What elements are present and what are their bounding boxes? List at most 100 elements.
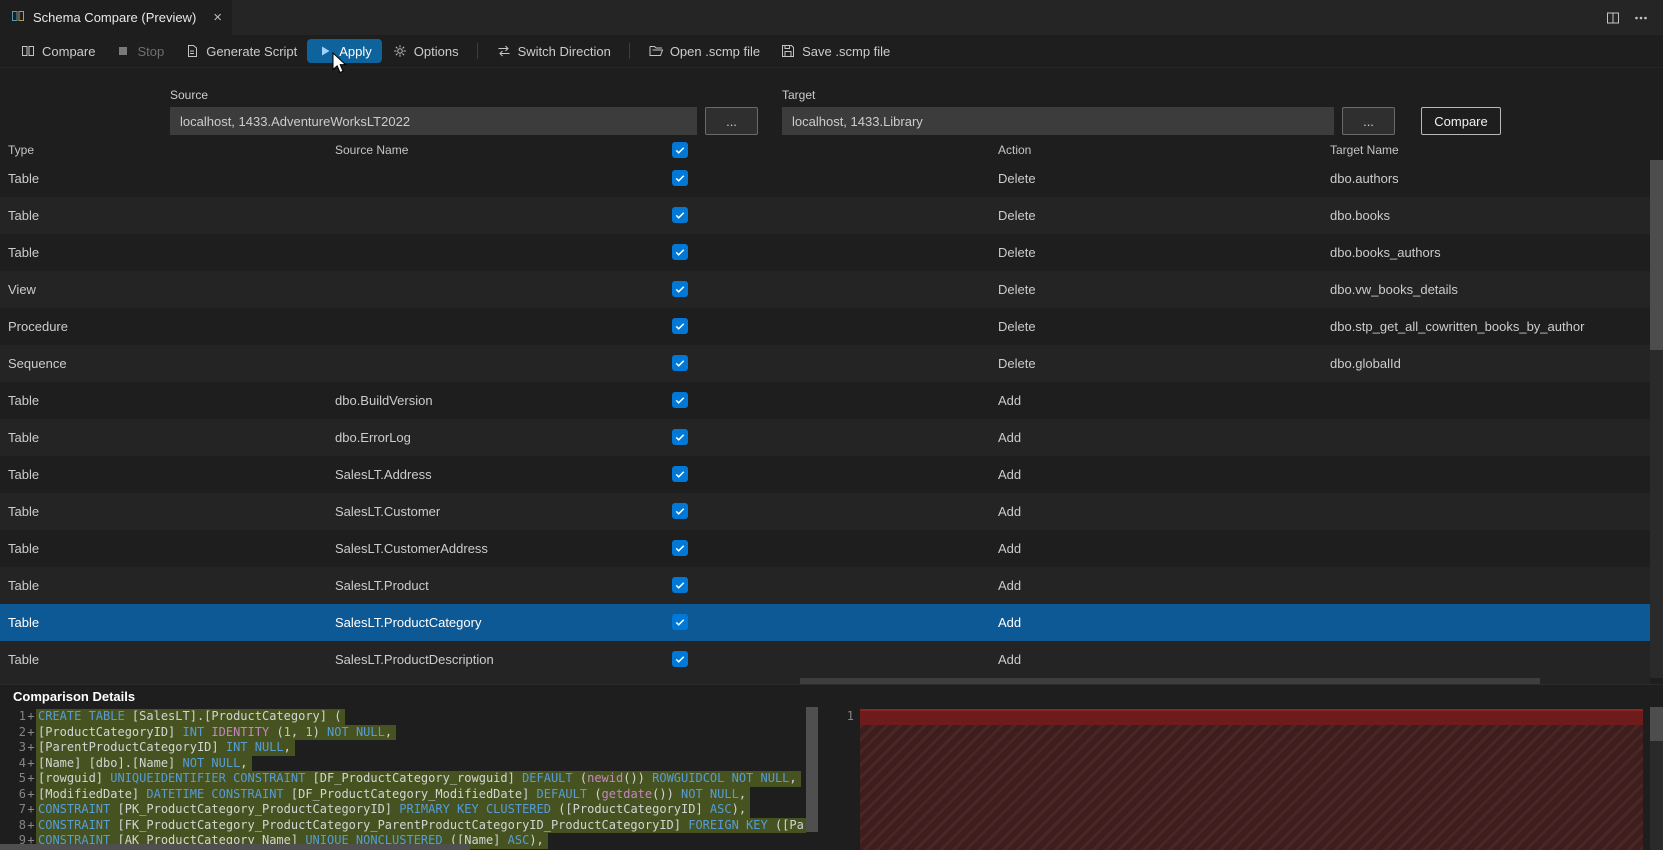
table-row[interactable]: Table SalesLT.Address Add — [0, 456, 1650, 493]
row-checkbox[interactable] — [672, 392, 688, 408]
row-action: Add — [998, 541, 1022, 556]
row-target-name: dbo.vw_books_details — [1330, 282, 1458, 297]
toolbar-compare-button[interactable]: Compare — [10, 39, 105, 63]
header-type: Type — [8, 143, 35, 157]
left-pane-horizontal-scrollbar[interactable] — [0, 844, 806, 850]
table-row[interactable]: Table SalesLT.ProductDescription Add — [0, 641, 1650, 678]
row-type: Table — [8, 652, 40, 667]
toolbar-options-button[interactable]: Options — [382, 39, 469, 63]
toolbar-save-scmp-label: Save .scmp file — [802, 43, 891, 59]
editor-tab-bar: Schema Compare (Preview) × — [0, 0, 1663, 35]
row-action: Add — [998, 467, 1022, 482]
table-row[interactable]: Sequence Delete dbo.globalId — [0, 345, 1650, 382]
right-pane-scrollbar[interactable] — [1650, 707, 1663, 850]
row-source-name: dbo.BuildVersion — [335, 393, 433, 408]
target-label: Target — [782, 88, 816, 102]
table-row[interactable]: Table SalesLT.Product Add — [0, 567, 1650, 604]
target-input[interactable] — [782, 107, 1334, 135]
line-number: 5 — [18, 771, 26, 785]
toolbar-options-label: Options — [413, 43, 459, 59]
schema-compare-toolbar: Compare Stop Generate Script Apply Options Sw… — [0, 35, 1663, 68]
row-checkbox[interactable] — [672, 244, 688, 260]
table-row[interactable]: Table dbo.BuildVersion Add — [0, 382, 1650, 419]
diff-add-marker: + — [27, 724, 35, 739]
row-type: Table — [8, 578, 40, 593]
row-checkbox[interactable] — [672, 170, 688, 186]
table-row[interactable]: Table Delete dbo.authors — [0, 160, 1650, 197]
toolbar-open-scmp-button[interactable]: Open .scmp file — [638, 39, 770, 63]
split-editor-icon[interactable] — [1605, 10, 1621, 26]
row-target-name: dbo.books_authors — [1330, 245, 1441, 260]
toolbar-generate-script-label: Generate Script — [206, 43, 298, 59]
row-checkbox[interactable] — [672, 540, 688, 556]
diff-add-marker: + — [27, 802, 35, 816]
header-target-name: Target Name — [1330, 143, 1399, 157]
code-line: 8 + CONSTRAINT [FK_ProductCategory_Product… — [0, 817, 806, 833]
row-checkbox[interactable] — [672, 614, 688, 630]
table-row[interactable]: Table Delete dbo.books — [0, 197, 1650, 234]
toolbar-separator — [476, 43, 478, 59]
row-action: Delete — [998, 208, 1036, 223]
code-line: 6 + [ModifiedDate] DATETIME CONSTRAINT [DF… — [0, 786, 806, 802]
save-icon — [780, 43, 796, 59]
left-pane-scrollbar-thumb[interactable] — [806, 707, 818, 832]
row-type: Table — [8, 171, 40, 186]
row-target-name: dbo.stp_get_all_cowritten_books_by_autho… — [1330, 319, 1585, 334]
row-checkbox[interactable] — [672, 281, 688, 297]
code-text: [rowguid] UNIQUEIDENTIFIER CONSTRAINT [D… — [36, 771, 801, 787]
left-pane-hscroll-thumb[interactable] — [0, 844, 470, 850]
row-type: View — [8, 282, 36, 297]
row-action: Delete — [998, 319, 1036, 334]
row-source-name: SalesLT.ProductCategory — [335, 615, 482, 630]
source-label: Source — [170, 88, 209, 102]
row-checkbox[interactable] — [672, 466, 688, 482]
table-row[interactable]: View Delete dbo.vw_books_details — [0, 271, 1650, 308]
toolbar-stop-label: Stop — [137, 43, 165, 59]
table-row[interactable]: Procedure Delete dbo.stp_get_all_cowritten… — [0, 308, 1650, 345]
row-checkbox[interactable] — [672, 355, 688, 371]
toolbar-open-scmp-label: Open .scmp file — [669, 43, 761, 59]
compare-button[interactable]: Compare — [1421, 107, 1501, 135]
row-checkbox[interactable] — [672, 429, 688, 445]
toolbar-apply-button[interactable]: Apply — [307, 39, 382, 63]
line-number: 4 — [18, 755, 26, 770]
select-all-checkbox[interactable] — [672, 142, 688, 158]
tab-schema-compare[interactable]: Schema Compare (Preview) × — [0, 0, 233, 35]
target-browse-button[interactable]: ... — [1342, 107, 1395, 135]
left-pane-scrollbar[interactable] — [806, 707, 818, 850]
toolbar-switch-direction-button[interactable]: Switch Direction — [486, 39, 621, 63]
source-input[interactable] — [170, 107, 697, 135]
row-target-name: dbo.globalId — [1330, 356, 1401, 371]
grid-scrollbar-thumb[interactable] — [1650, 160, 1663, 350]
more-actions-icon[interactable] — [1633, 10, 1649, 26]
row-checkbox[interactable] — [672, 577, 688, 593]
toolbar-stop-button[interactable]: Stop — [105, 39, 174, 63]
table-row[interactable]: Table Delete dbo.books_authors — [0, 234, 1650, 271]
row-action: Add — [998, 430, 1022, 445]
grid-scrollbar[interactable] — [1650, 160, 1663, 678]
row-checkbox[interactable] — [672, 318, 688, 334]
table-row[interactable]: Table SalesLT.ProductCategory Add — [0, 604, 1650, 641]
source-browse-button[interactable]: ... — [705, 107, 758, 135]
row-type: Table — [8, 615, 40, 630]
code-line: 5 + [rowguid] UNIQUEIDENTIFIER CONSTRAINT … — [0, 771, 806, 787]
toolbar-save-scmp-button[interactable]: Save .scmp file — [770, 39, 900, 63]
row-action: Delete — [998, 282, 1036, 297]
comparison-details-panel: Comparison Details 1 + CREATE TABLE [Sales… — [0, 684, 1663, 850]
row-checkbox[interactable] — [672, 651, 688, 667]
row-checkbox[interactable] — [672, 207, 688, 223]
line-number: 2 — [18, 724, 26, 739]
table-row[interactable]: Table SalesLT.Customer Add — [0, 493, 1650, 530]
gear-icon — [392, 43, 408, 59]
code-text: CONSTRAINT [FK_ProductCategory_ProductCa… — [36, 817, 806, 833]
toolbar-generate-script-button[interactable]: Generate Script — [174, 39, 307, 63]
row-type: Table — [8, 245, 40, 260]
row-checkbox[interactable] — [672, 503, 688, 519]
close-icon[interactable]: × — [213, 10, 222, 25]
row-action: Add — [998, 652, 1022, 667]
table-row[interactable]: Table SalesLT.CustomerAddress Add — [0, 530, 1650, 567]
compare-icon — [20, 43, 36, 59]
right-pane-scrollbar-thumb[interactable] — [1650, 707, 1663, 741]
table-row[interactable]: Table dbo.ErrorLog Add — [0, 419, 1650, 456]
diff-add-marker: + — [27, 817, 35, 832]
